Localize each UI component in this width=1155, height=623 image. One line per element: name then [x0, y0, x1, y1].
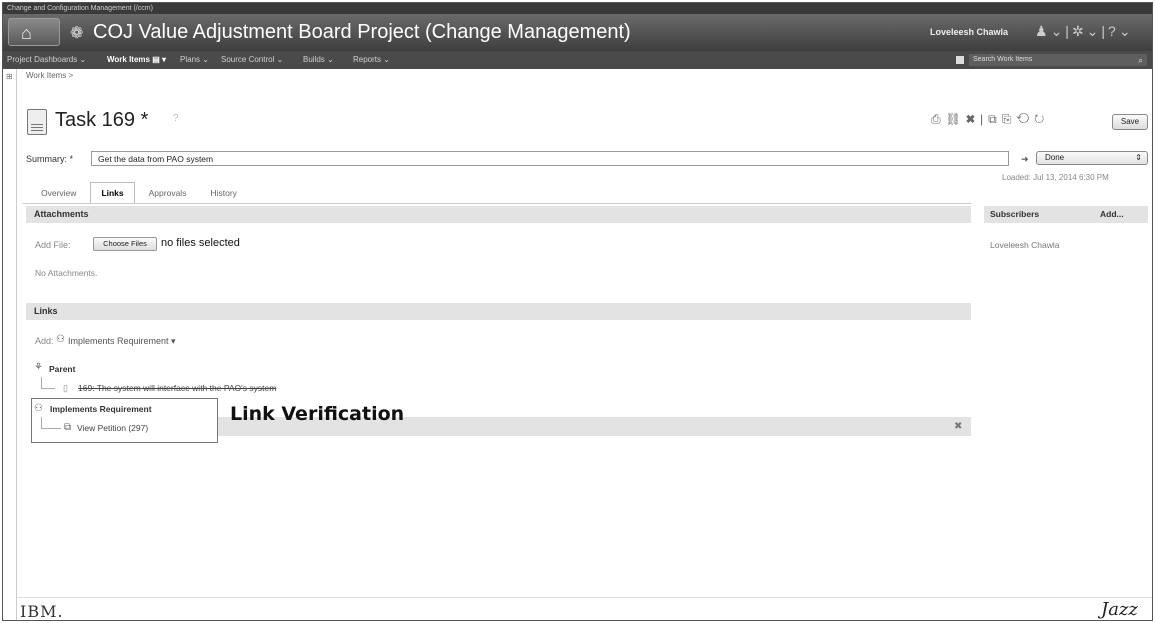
- tab-approvals[interactable]: Approvals: [139, 183, 197, 203]
- tab-history[interactable]: History: [200, 183, 246, 203]
- arrow-right-icon: ➜: [1021, 154, 1029, 164]
- menu-work-items[interactable]: Work Items ▤ ▾: [107, 51, 166, 69]
- annotation-label: Link Verification: [230, 403, 405, 425]
- history-icon[interactable]: ⟲: [1016, 112, 1034, 126]
- petition-link[interactable]: View Petition (297): [77, 423, 148, 433]
- side-strip: ⊞: [3, 69, 17, 620]
- link-icon[interactable]: ⛓: [946, 112, 966, 126]
- project-icon: ❁: [70, 25, 84, 42]
- status-value: Done: [1045, 153, 1065, 162]
- status-select[interactable]: Done ⇕: [1036, 151, 1148, 165]
- parent-link[interactable]: 169: The system will interface with the …: [78, 383, 276, 393]
- close-icon[interactable]: ✖: [966, 112, 980, 126]
- no-files-text: no files selected: [161, 237, 240, 249]
- parent-label: Parent: [49, 364, 76, 374]
- loaded-timestamp: Loaded: Jul 13, 2014 6:30 PM: [1002, 173, 1109, 182]
- petition-icon: ⧉: [64, 422, 72, 433]
- tree-line: [41, 428, 61, 429]
- duplicate-icon[interactable]: ⎘: [1002, 112, 1017, 126]
- menu-source-control[interactable]: Source Control ⌄: [221, 51, 283, 69]
- print-icon[interactable]: ⎙: [931, 112, 946, 126]
- home-icon: ⌂: [21, 23, 32, 43]
- refresh-icon[interactable]: ↻: [1034, 112, 1049, 126]
- user-name[interactable]: Loveleesh Chawla: [930, 27, 1008, 37]
- add-subscriber-link[interactable]: Add...: [1100, 206, 1124, 223]
- choose-files-button[interactable]: Choose Files: [93, 237, 157, 251]
- app-context-text: Change and Configuration Management (/cc…: [7, 5, 153, 12]
- parent-icon: ⚘: [34, 362, 43, 373]
- search-icon[interactable]: ⌕: [1138, 54, 1143, 66]
- requirement-icon: ⚇: [34, 403, 43, 414]
- project-banner: ⌂ ❁ COJ Value Adjustment Board Project (…: [3, 14, 1152, 51]
- people-icon[interactable]: ♟: [1035, 23, 1051, 39]
- app-context-bar: Change and Configuration Management (/cc…: [3, 3, 1152, 14]
- toolbar-icons: ⎙⛓✖|⧉⎘⟲↻: [931, 112, 1050, 126]
- implements-label: Implements Requirement: [50, 404, 152, 414]
- summary-label: Summary: *: [26, 154, 74, 164]
- attachments-header[interactable]: Attachments: [26, 206, 971, 223]
- menu-builds[interactable]: Builds ⌄: [303, 51, 334, 69]
- home-button[interactable]: ⌂: [8, 18, 60, 46]
- app-window: Change and Configuration Management (/cc…: [2, 2, 1153, 621]
- people-chevron-icon[interactable]: ⌄: [1051, 23, 1066, 39]
- help-icon[interactable]: ?: [1108, 23, 1119, 39]
- links-header[interactable]: Links: [26, 303, 971, 320]
- banner-icons: ♟⌄|✲⌄|?⌄: [1035, 23, 1134, 39]
- tab-bar: Overview Links Approvals History: [31, 182, 251, 204]
- add-link-label: Add:: [35, 336, 54, 346]
- tab-overview[interactable]: Overview: [31, 183, 86, 203]
- subscribers-label: Subscribers: [990, 209, 1040, 219]
- tab-divider: [23, 203, 971, 204]
- summary-input[interactable]: [91, 151, 1009, 166]
- add-file-label: Add File:: [35, 240, 71, 250]
- menu-plans[interactable]: Plans ⌄: [180, 51, 209, 69]
- footer-divider: [17, 597, 1152, 598]
- subscribers-header: Subscribers Add...: [984, 206, 1148, 223]
- add-link-dropdown[interactable]: Implements Requirement ▾: [68, 336, 176, 347]
- work-item-type-icon[interactable]: [956, 56, 964, 64]
- help-chevron-icon[interactable]: ⌄: [1119, 23, 1134, 39]
- gear-chevron-icon[interactable]: ⌄: [1087, 23, 1102, 39]
- jazz-logo: Jazz: [1101, 599, 1138, 620]
- copy-icon[interactable]: ⧉: [988, 112, 1002, 126]
- project-title: COJ Value Adjustment Board Project (Chan…: [93, 21, 631, 43]
- help-icon[interactable]: ?: [173, 113, 179, 124]
- breadcrumb[interactable]: Work Items >: [26, 71, 73, 80]
- no-attachments-text: No Attachments.: [35, 268, 98, 278]
- tab-links[interactable]: Links: [90, 182, 135, 204]
- gear-icon[interactable]: ✲: [1072, 23, 1087, 39]
- page-title: Task 169 *: [55, 109, 149, 131]
- requirement-icon: ⚇: [56, 334, 65, 345]
- tree-line: [41, 388, 55, 389]
- menu-reports[interactable]: Reports ⌄: [353, 51, 390, 69]
- search-input[interactable]: Search Work Items ⌕: [969, 54, 1147, 66]
- subscriber-name[interactable]: Loveleesh Chawla: [990, 240, 1059, 250]
- search-placeholder: Search Work Items: [973, 56, 1033, 63]
- remove-link-icon[interactable]: ✖: [954, 421, 962, 432]
- chevron-updown-icon: ⇕: [1135, 153, 1142, 162]
- menu-project-dashboards[interactable]: Project Dashboards ⌄: [7, 51, 86, 69]
- document-icon: ▯: [63, 383, 68, 393]
- task-icon: [27, 109, 47, 135]
- main-menu: Project Dashboards ⌄ Work Items ▤ ▾ Plan…: [3, 51, 1152, 69]
- grip-icon[interactable]: ⊞: [6, 72, 13, 81]
- save-button[interactable]: Save: [1112, 114, 1148, 130]
- ibm-logo: IBM.: [20, 602, 64, 621]
